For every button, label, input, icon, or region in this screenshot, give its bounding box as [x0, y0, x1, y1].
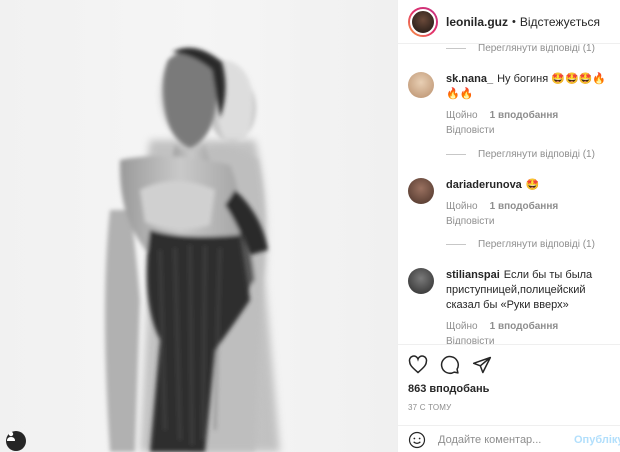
commenter-avatar[interactable]	[408, 178, 434, 204]
action-icons	[408, 355, 492, 375]
divider-line	[446, 48, 466, 49]
comment-time[interactable]: Щойно	[446, 201, 478, 212]
reply-button[interactable]: Відповісти	[446, 123, 616, 138]
heart-icon[interactable]	[408, 355, 428, 375]
view-replies-label: Переглянути відповіді (1)	[478, 239, 595, 250]
separator-dot: •	[512, 15, 516, 28]
add-comment-bar: Опублікувати	[398, 425, 620, 452]
reply-button[interactable]: Відповісти	[446, 214, 616, 229]
comments-list[interactable]: Переглянути відповіді (1) sk.nana_ Ну бог…	[398, 44, 620, 344]
comment-likes[interactable]: 1 вподобання	[490, 110, 559, 121]
post-comment-button[interactable]: Опублікувати	[574, 434, 620, 446]
post-sidebar: leonila.guz • Відстежується Переглянути …	[397, 0, 620, 452]
author-avatar[interactable]	[408, 6, 438, 37]
comment-text: 🤩	[525, 179, 540, 191]
post-timestamp[interactable]: 37 С ТОМУ	[408, 403, 451, 412]
author-username[interactable]: leonila.guz	[446, 15, 508, 29]
user-icon	[7, 431, 15, 441]
view-replies-link[interactable]: Переглянути відповіді (1)	[446, 149, 595, 160]
comment-input[interactable]	[438, 433, 558, 446]
comment-icon[interactable]	[440, 355, 460, 375]
commenter-avatar[interactable]	[408, 72, 434, 98]
commenter-avatar[interactable]	[408, 268, 434, 294]
emoji-icon[interactable]	[408, 431, 426, 449]
view-replies-label: Переглянути відповіді (1)	[478, 44, 595, 54]
reply-button[interactable]: Відповісти	[446, 334, 616, 344]
post-image[interactable]	[0, 0, 397, 452]
user-tag-button[interactable]	[6, 431, 26, 451]
comment-likes[interactable]: 1 вподобання	[490, 201, 559, 212]
comment-time[interactable]: Щойно	[446, 110, 478, 121]
comment-username[interactable]: stilianspai	[446, 269, 500, 281]
comment-username[interactable]: dariaderunova	[446, 179, 522, 191]
view-replies-link[interactable]: Переглянути відповіді (1)	[446, 44, 595, 54]
comment-username[interactable]: sk.nana_	[446, 73, 493, 85]
view-replies-label: Переглянути відповіді (1)	[478, 149, 595, 160]
photo-illustration	[105, 47, 280, 452]
divider-line	[446, 244, 466, 245]
post-actions: 863 вподобань 37 С ТОМУ Опублікувати	[398, 344, 620, 452]
view-replies-link[interactable]: Переглянути відповіді (1)	[446, 239, 595, 250]
follow-status-button[interactable]: Відстежується	[520, 15, 600, 29]
post-header: leonila.guz • Відстежується	[398, 0, 620, 44]
comment-likes[interactable]: 1 вподобання	[490, 321, 559, 332]
comment-time[interactable]: Щойно	[446, 321, 478, 332]
likes-count[interactable]: 863 вподобань	[408, 383, 489, 395]
share-icon[interactable]	[472, 355, 492, 375]
divider-line	[446, 154, 466, 155]
